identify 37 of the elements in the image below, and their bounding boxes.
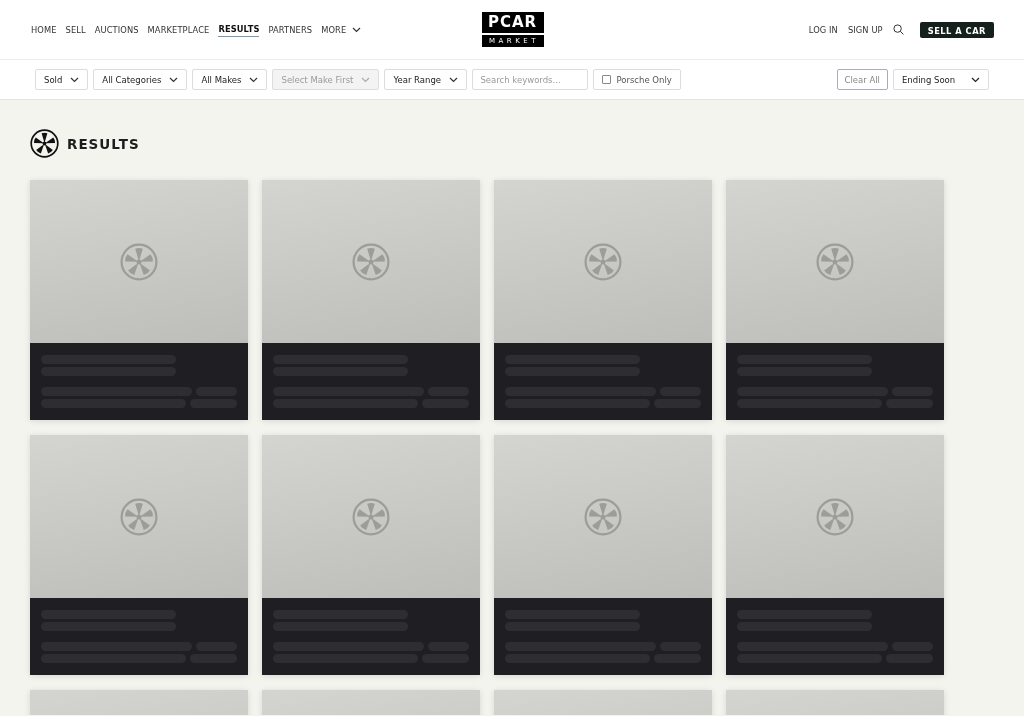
clear-all-button[interactable]: Clear All — [836, 69, 888, 90]
nav-link[interactable]: AUCTIONS — [94, 22, 139, 37]
logo-icon — [816, 242, 854, 281]
brand-icon — [30, 129, 59, 158]
chevron-down-icon — [361, 76, 371, 83]
nav-link[interactable]: PARTNERS — [268, 22, 313, 37]
logo-icon — [352, 242, 390, 281]
search-icon[interactable] — [892, 24, 904, 35]
filter-dropdown[interactable]: All Categories — [93, 69, 188, 90]
sell-car-button[interactable]: SELL A CAR — [919, 21, 994, 38]
logo-icon — [584, 497, 622, 536]
logo-icon — [816, 497, 854, 536]
nav-link[interactable]: RESULTS — [218, 22, 260, 37]
logo-icon — [120, 242, 158, 281]
chevron-down-icon — [971, 76, 980, 83]
chevron-down-icon — [352, 26, 362, 33]
nav-link[interactable]: SELL — [65, 22, 86, 37]
chevron-down-icon — [249, 76, 259, 83]
filter-dropdown[interactable]: Sold — [35, 69, 89, 90]
account-link[interactable]: SIGN UP — [847, 22, 883, 37]
checkbox[interactable] — [602, 75, 612, 84]
filter-dropdown[interactable]: Year Range — [384, 69, 468, 90]
sort-dropdown[interactable]: Ending Soon — [893, 69, 989, 90]
chevron-down-icon — [70, 76, 80, 83]
nav-link[interactable]: MARKETPLACE — [147, 22, 210, 37]
account-link[interactable]: LOG IN — [808, 22, 838, 37]
chevron-down-icon — [449, 76, 459, 83]
checkbox-option[interactable]: Porsche Only — [593, 69, 681, 90]
logo-icon — [352, 497, 390, 536]
nav-link[interactable]: HOME — [31, 22, 57, 37]
nav-link[interactable]: MORE — [321, 22, 362, 37]
logo-icon — [584, 242, 622, 281]
filter-dropdown[interactable]: All Makes — [192, 69, 268, 90]
search-field[interactable]: Search keywords... — [472, 69, 589, 90]
page-heading: RESULTS — [67, 135, 140, 152]
chevron-down-icon — [169, 76, 179, 83]
logo-icon — [120, 497, 158, 536]
